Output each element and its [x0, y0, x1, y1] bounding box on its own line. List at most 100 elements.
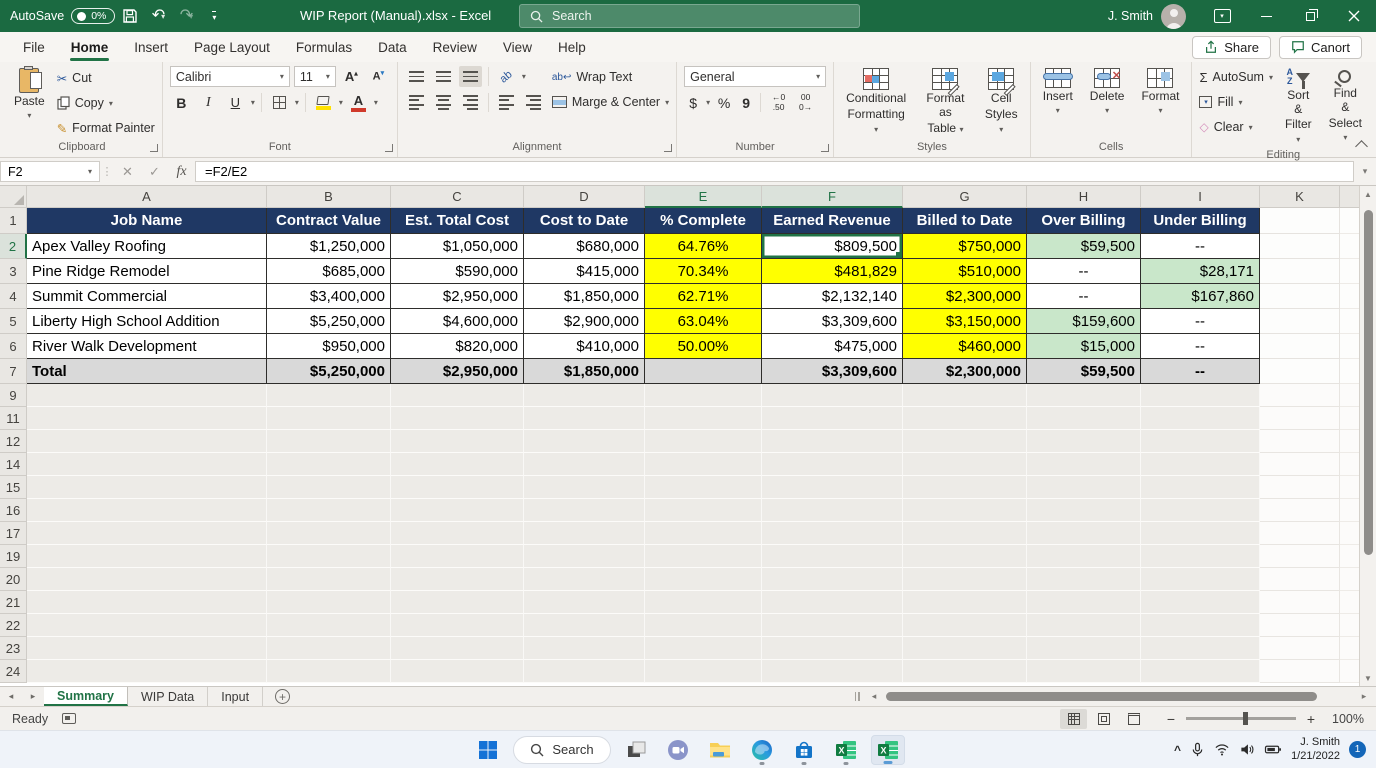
page-layout-view-button[interactable]	[1090, 709, 1117, 729]
cell-K11[interactable]	[1260, 407, 1340, 430]
cell-K4[interactable]	[1260, 284, 1340, 309]
cell-E24[interactable]	[645, 660, 762, 683]
cell-E1[interactable]: % Complete	[645, 208, 762, 234]
cell-E15[interactable]	[645, 476, 762, 499]
cell-B11[interactable]	[267, 407, 391, 430]
cell-K21[interactable]	[1260, 591, 1340, 614]
cell-D14[interactable]	[524, 453, 645, 476]
wifi-icon[interactable]	[1214, 742, 1230, 757]
cell-B2[interactable]: $1,250,000	[267, 234, 391, 259]
cell-B9[interactable]	[267, 384, 391, 407]
cell-A2[interactable]: Apex Valley Roofing	[27, 234, 267, 259]
cell-F7[interactable]: $3,309,600	[762, 359, 903, 384]
cell-D15[interactable]	[524, 476, 645, 499]
underline-button[interactable]: U	[224, 92, 247, 113]
cell-B22[interactable]	[267, 614, 391, 637]
ribbon-display-options-button[interactable]: ▾	[1200, 0, 1244, 32]
cell-G11[interactable]	[903, 407, 1027, 430]
row-header-6[interactable]: 6	[0, 334, 27, 359]
column-header-G[interactable]: G	[903, 186, 1027, 208]
zoom-out-button[interactable]: −	[1164, 711, 1178, 727]
cell-G21[interactable]	[903, 591, 1027, 614]
cell-A19[interactable]	[27, 545, 267, 568]
cell-C12[interactable]	[391, 430, 524, 453]
cell-F15[interactable]	[762, 476, 903, 499]
cell-G5[interactable]: $3,150,000	[903, 309, 1027, 334]
align-bottom-button[interactable]	[459, 66, 482, 87]
cell-E3[interactable]: 70.34%	[645, 259, 762, 284]
cell-K6[interactable]	[1260, 334, 1340, 359]
percent-style-button[interactable]: %	[714, 92, 734, 113]
tab-data[interactable]: Data	[365, 35, 420, 60]
cell-H12[interactable]	[1027, 430, 1141, 453]
sheet-nav-left-button[interactable]: ◂	[0, 687, 22, 706]
cell-F11[interactable]	[762, 407, 903, 430]
cell-B1[interactable]: Contract Value	[267, 208, 391, 234]
cell-I7[interactable]: --	[1141, 359, 1260, 384]
scroll-left-button[interactable]: ◂	[866, 691, 882, 702]
cell-H4[interactable]: --	[1027, 284, 1141, 309]
task-view-button[interactable]	[619, 735, 653, 765]
cell-F16[interactable]	[762, 499, 903, 522]
cell-C24[interactable]	[391, 660, 524, 683]
cell-D24[interactable]	[524, 660, 645, 683]
share-button[interactable]: Share	[1192, 36, 1271, 59]
paste-button[interactable]: Paste ▾	[9, 66, 50, 122]
cell-K23[interactable]	[1260, 637, 1340, 660]
increase-decimal-button[interactable]: ←0.50	[767, 92, 790, 113]
cell-I4[interactable]: $167,860	[1141, 284, 1260, 309]
cell-I2[interactable]: --	[1141, 234, 1260, 259]
cell-H3[interactable]: --	[1027, 259, 1141, 284]
cell-D1[interactable]: Cost to Date	[524, 208, 645, 234]
cell-E11[interactable]	[645, 407, 762, 430]
cell-K14[interactable]	[1260, 453, 1340, 476]
row-header-15[interactable]: 15	[0, 476, 27, 499]
new-sheet-button[interactable]: +	[275, 689, 290, 704]
cell-D12[interactable]	[524, 430, 645, 453]
insert-function-button[interactable]: fx	[168, 158, 195, 185]
cell-E22[interactable]	[645, 614, 762, 637]
cell-A5[interactable]: Liberty High School Addition	[27, 309, 267, 334]
comments-button[interactable]: Canort	[1279, 36, 1362, 59]
cell-A14[interactable]	[27, 453, 267, 476]
format-cells-button[interactable]: Format ▾	[1136, 66, 1184, 117]
column-header-F[interactable]: F	[762, 186, 903, 208]
cell-H16[interactable]	[1027, 499, 1141, 522]
chat-button[interactable]	[661, 735, 695, 765]
cell-I24[interactable]	[1141, 660, 1260, 683]
cell-E7[interactable]	[645, 359, 762, 384]
cell-A7[interactable]: Total	[27, 359, 267, 384]
cell-C1[interactable]: Est. Total Cost	[391, 208, 524, 234]
vertical-scrollbar[interactable]: ▲ ▼	[1359, 186, 1376, 686]
cell-H7[interactable]: $59,500	[1027, 359, 1141, 384]
row-header-3[interactable]: 3	[0, 259, 27, 284]
cell-I1[interactable]: Under Billing	[1141, 208, 1260, 234]
row-header-11[interactable]: 11	[0, 407, 27, 430]
cell-I11[interactable]	[1141, 407, 1260, 430]
cell-C15[interactable]	[391, 476, 524, 499]
enter-button[interactable]: ✓	[141, 158, 168, 185]
customize-quick-access-button[interactable]: ▾	[201, 3, 227, 29]
tab-view[interactable]: View	[490, 35, 545, 60]
font-color-button[interactable]: A	[347, 92, 370, 113]
page-break-view-button[interactable]	[1120, 709, 1147, 729]
cell-F19[interactable]	[762, 545, 903, 568]
tab-splitter-handle[interactable]	[848, 692, 866, 701]
cell-C17[interactable]	[391, 522, 524, 545]
cell-B23[interactable]	[267, 637, 391, 660]
alignment-dialog-launcher[interactable]	[664, 144, 672, 152]
horizontal-scroll-track[interactable]	[882, 691, 1356, 703]
zoom-in-button[interactable]: +	[1304, 711, 1318, 727]
align-center-button[interactable]	[432, 92, 455, 113]
cell-B17[interactable]	[267, 522, 391, 545]
fill-handle[interactable]	[896, 252, 901, 257]
cancel-button[interactable]: ✕	[114, 158, 141, 185]
row-header-17[interactable]: 17	[0, 522, 27, 545]
cell-E6[interactable]: 50.00%	[645, 334, 762, 359]
undo-button[interactable]: ↶ ▾	[145, 3, 171, 29]
cell-B5[interactable]: $5,250,000	[267, 309, 391, 334]
avatar[interactable]	[1161, 4, 1186, 29]
cell-F22[interactable]	[762, 614, 903, 637]
cell-I3[interactable]: $28,171	[1141, 259, 1260, 284]
copy-button[interactable]: Copy ▾	[57, 93, 155, 113]
